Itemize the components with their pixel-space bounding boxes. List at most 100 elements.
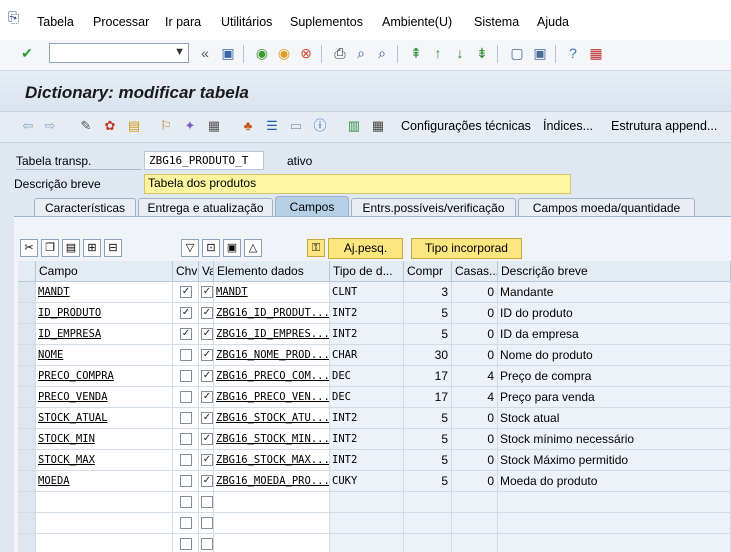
tab-entradas-possiveis[interactable]: Entrs.possíveis/verificação [351, 198, 516, 216]
data-element-cell[interactable]: ZBG16_STOCK_ATU... [214, 408, 330, 429]
tab-caracteristicas[interactable]: Características [34, 198, 136, 216]
row-selector[interactable] [18, 408, 36, 429]
object-list-icon[interactable]: ▦ [206, 118, 222, 134]
prev-page-icon[interactable]: ↑ [429, 44, 447, 62]
initial-value-checkbox[interactable]: ✓ [201, 454, 213, 466]
row-selector[interactable] [18, 282, 36, 303]
field-name-cell[interactable]: STOCK_MAX [36, 450, 173, 471]
menu-ambiente[interactable]: Ambiente(U) [382, 15, 452, 29]
include-structure-icon[interactable]: ▣ [223, 239, 241, 257]
menu-suplementos[interactable]: Suplementos [290, 15, 363, 29]
append-structure-button[interactable]: Estrutura append... [611, 119, 717, 133]
row-selector[interactable] [18, 345, 36, 366]
menu-tabela[interactable]: Tabela [37, 15, 74, 29]
tab-campos[interactable]: Campos [275, 196, 349, 217]
field-name-cell[interactable]: STOCK_MIN [36, 429, 173, 450]
new-session-icon[interactable]: ▢ [508, 44, 526, 62]
insert-row-icon[interactable]: ⊞ [83, 239, 101, 257]
row-selector-header[interactable] [18, 261, 36, 282]
cancel-icon[interactable]: ⊗ [297, 44, 315, 62]
column-header-campo[interactable]: Campo [36, 261, 173, 282]
copy-row-icon[interactable]: ❐ [41, 239, 59, 257]
key-checkbox[interactable] [180, 433, 192, 445]
include-icon[interactable]: ⊡ [202, 239, 220, 257]
row-selector[interactable] [18, 513, 36, 534]
data-element-cell[interactable]: ZBG16_NOME_PROD... [214, 345, 330, 366]
column-header-descricao-breve[interactable]: Descrição breve [498, 261, 731, 282]
paste-row-icon[interactable]: ▤ [62, 239, 80, 257]
field-name-cell[interactable]: NOME [36, 345, 173, 366]
data-element-cell[interactable]: MANDT [214, 282, 330, 303]
row-selector[interactable] [18, 429, 36, 450]
find-next-icon[interactable]: ⌕ [373, 44, 391, 62]
initial-value-checkbox[interactable]: ✓ [201, 475, 213, 487]
menu-ajuda[interactable]: Ajuda [537, 15, 569, 29]
previous-object-icon[interactable]: ⇦ [20, 118, 36, 134]
key-checkbox[interactable] [180, 475, 192, 487]
delete-row-icon[interactable]: ⊟ [104, 239, 122, 257]
check-icon[interactable]: ▤ [126, 118, 142, 134]
initial-value-checkbox[interactable] [201, 517, 213, 529]
field-name-cell[interactable]: MANDT [36, 282, 173, 303]
info-icon[interactable]: ⓘ [312, 118, 328, 134]
field-name-cell[interactable]: ID_PRODUTO [36, 303, 173, 324]
row-selector[interactable] [18, 534, 36, 552]
description-field[interactable]: Tabela dos produtos [144, 174, 571, 194]
data-element-cell[interactable]: ZBG16_STOCK_MIN... [214, 429, 330, 450]
help-icon[interactable]: ? [564, 44, 582, 62]
initial-value-checkbox[interactable]: ✓ [201, 433, 213, 445]
grid-icon[interactable]: ▦ [370, 118, 386, 134]
data-element-cell[interactable]: ZBG16_ID_PRODUT... [214, 303, 330, 324]
data-element-cell[interactable]: ZBG16_MOEDA_PRO... [214, 471, 330, 492]
next-object-icon[interactable]: ⇨ [42, 118, 58, 134]
field-name-cell[interactable]: PRECO_COMPRA [36, 366, 173, 387]
initial-value-checkbox[interactable]: ✓ [201, 328, 213, 340]
sort-down-icon[interactable]: ▽ [181, 239, 199, 257]
data-element-cell[interactable]: ZBG16_ID_EMPRES... [214, 324, 330, 345]
back-double-chevron-icon[interactable]: « [196, 44, 214, 62]
initial-value-checkbox[interactable]: ✓ [201, 307, 213, 319]
row-selector[interactable] [18, 366, 36, 387]
tab-campos-moeda[interactable]: Campos moeda/quantidade [518, 198, 695, 216]
column-header-elemento-dados[interactable]: Elemento dados [214, 261, 330, 282]
initial-value-checkbox[interactable]: ✓ [201, 370, 213, 382]
key-checkbox[interactable] [180, 538, 192, 550]
save-icon[interactable]: ▣ [219, 44, 237, 62]
key-checkbox[interactable]: ✓ [180, 328, 192, 340]
last-page-icon[interactable]: ⇟ [473, 44, 491, 62]
key-checkbox[interactable]: ✓ [180, 307, 192, 319]
initial-value-checkbox[interactable] [201, 496, 213, 508]
menu-sistema[interactable]: Sistema [474, 15, 519, 29]
column-header-casas-decimais[interactable]: Casas... [452, 261, 498, 282]
row-selector[interactable] [18, 450, 36, 471]
initial-value-checkbox[interactable]: ✓ [201, 349, 213, 361]
tab-entrega-atualizacao[interactable]: Entrega e atualização [138, 198, 273, 216]
row-selector[interactable] [18, 303, 36, 324]
print-icon[interactable]: ⎙ [331, 44, 349, 62]
structure-icon[interactable]: ▥ [346, 118, 362, 134]
key-checkbox[interactable]: ✓ [180, 286, 192, 298]
indexes-button[interactable]: Índices... [543, 119, 593, 133]
find-icon[interactable]: ⌕ [352, 44, 370, 62]
menu-processar[interactable]: Processar [93, 15, 149, 29]
key-checkbox[interactable] [180, 496, 192, 508]
field-name-cell[interactable]: PRECO_VENDA [36, 387, 173, 408]
data-element-cell[interactable]: ZBG16_PRECO_COM... [214, 366, 330, 387]
initial-value-checkbox[interactable]: ✓ [201, 286, 213, 298]
row-selector[interactable] [18, 324, 36, 345]
row-selector[interactable] [18, 387, 36, 408]
field-name-cell[interactable] [36, 513, 173, 534]
menu-utilitarios[interactable]: Utilitários [221, 15, 272, 29]
table-contents-icon[interactable]: ▭ [288, 118, 304, 134]
field-name-cell[interactable] [36, 492, 173, 513]
layout-icon[interactable]: ▦ [587, 44, 605, 62]
search-help-button[interactable]: Aj.pesq. [328, 238, 403, 259]
row-selector[interactable] [18, 492, 36, 513]
data-element-cell[interactable]: ZBG16_PRECO_VEN... [214, 387, 330, 408]
initial-value-checkbox[interactable]: ✓ [201, 412, 213, 424]
key-checkbox[interactable] [180, 412, 192, 424]
where-used-icon[interactable]: ✦ [182, 118, 198, 134]
hierarchy-icon[interactable]: ♣ [240, 118, 256, 134]
column-header-valor-inicial[interactable]: Val... [199, 261, 214, 282]
key-checkbox[interactable] [180, 454, 192, 466]
